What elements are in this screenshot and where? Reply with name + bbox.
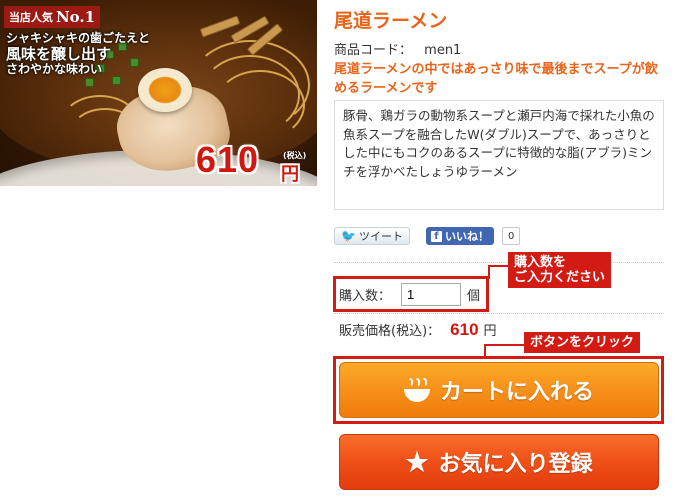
social-buttons: 🐦 ツイート f いいね！ 0 — [334, 227, 521, 245]
ribbon-label: 当店人気 — [8, 11, 53, 24]
product-code-label: 商品コード： — [334, 43, 413, 58]
facebook-like-button[interactable]: f いいね！ — [425, 227, 494, 245]
quantity-input[interactable] — [401, 283, 462, 306]
green-onion — [85, 78, 94, 87]
price-unit: 円 — [483, 324, 497, 339]
catch-copy: シャキシャキの歯ごたえと 風味を醸し出す さわやかな味わい — [6, 31, 171, 77]
cart-callout: ボタンをクリック — [524, 332, 641, 353]
product-image: 当店人気 No.1 シャキシャキの歯ごたえと 風味を醸し出す さわやかな味わい … — [0, 0, 317, 186]
quantity-label: 購入数： — [339, 289, 392, 304]
add-to-favorites-button[interactable]: ★ お気に入り登録 — [339, 434, 659, 490]
product-code-value: men1 — [424, 43, 462, 58]
callout-line-text: ご入力ください — [514, 270, 606, 285]
twitter-bird-icon: 🐦 — [341, 229, 356, 243]
product-lead: 尾道ラーメンの中ではあっさり味で最後までスープが飲めるラーメンです — [334, 62, 658, 96]
price-value: 610 — [450, 320, 479, 339]
facebook-icon: f — [430, 230, 442, 242]
tweet-label: ツイート — [358, 230, 403, 243]
like-count: 0 — [501, 227, 521, 245]
quantity-row: 購入数： 個 — [339, 283, 480, 306]
quantity-callout: 購入数を ご入力ください — [508, 252, 612, 288]
catch-line: さわやかな味わい — [6, 62, 103, 77]
quantity-unit: 個 — [467, 289, 481, 304]
star-icon: ★ — [405, 447, 429, 477]
add-to-cart-label: カートに入れる — [439, 379, 594, 404]
product-title: 尾道ラーメン — [334, 11, 448, 32]
divider — [334, 262, 664, 263]
add-to-favorites-label: お気に入り登録 — [438, 451, 593, 476]
product-code: 商品コード： men1 — [334, 39, 461, 58]
catch-line: 風味を醸し出す — [6, 44, 112, 63]
callout-connector — [488, 265, 508, 279]
tweet-button[interactable]: 🐦 ツイート — [334, 227, 410, 245]
price-row: 販売価格(税込)： 610 円 — [339, 320, 497, 340]
divider — [334, 313, 664, 314]
image-price-unit: 円 — [281, 164, 299, 185]
product-description: 豚骨、鶏ガラの動物系スープと瀬戸内海で採れた小魚の魚系スープを融合したW(ダブル… — [334, 100, 664, 210]
ranking-ribbon: 当店人気 No.1 — [4, 6, 100, 28]
callout-line-text: 購入数を — [514, 255, 567, 270]
catch-line: シャキシャキの歯ごたえと — [6, 31, 151, 45]
add-to-cart-button[interactable]: カートに入れる — [339, 362, 659, 418]
like-label: いいね！ — [444, 230, 489, 243]
ribbon-rank: No.1 — [55, 8, 96, 26]
image-price: 610 — [196, 139, 260, 180]
price-label: 販売価格(税込)： — [339, 324, 441, 339]
green-onion — [112, 76, 121, 85]
ramen-bowl-icon — [403, 378, 430, 402]
callout-line-text: ボタンをクリック — [530, 335, 635, 350]
